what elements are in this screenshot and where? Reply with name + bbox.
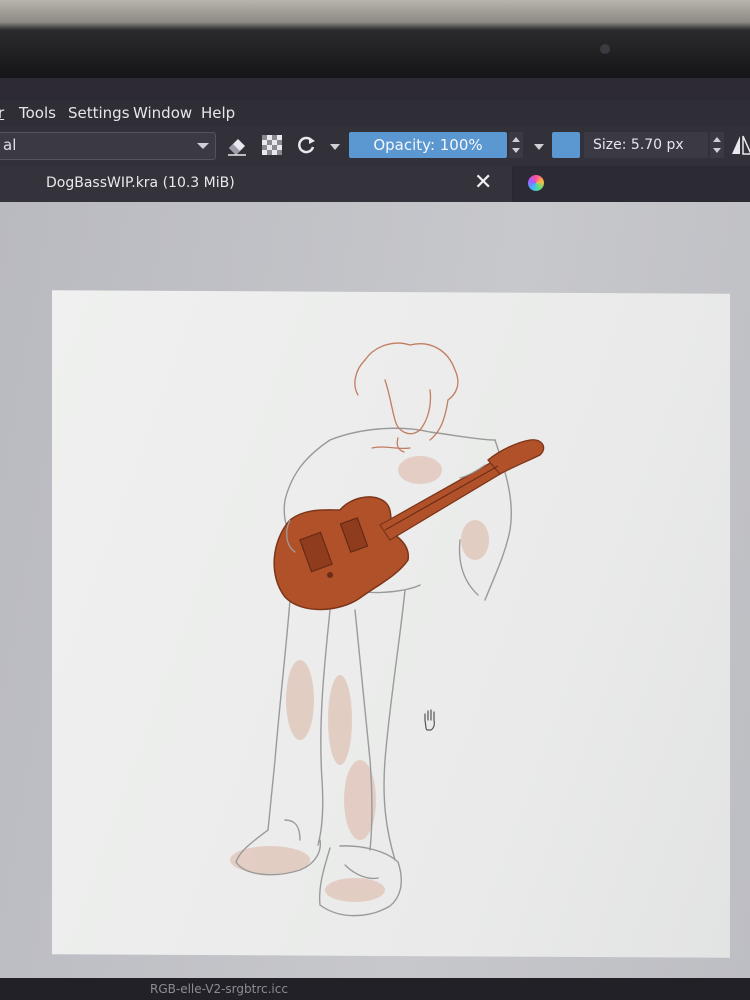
monitor-bezel <box>0 0 750 78</box>
artwork-sketch <box>230 342 545 917</box>
krita-window: r Tools Settings Window Help al Opacity:… <box>0 78 750 1000</box>
hand-pan-icon <box>424 709 435 731</box>
webcam-icon <box>600 44 610 54</box>
status-bar: RGB-elle-V2-srgbtrc.icc <box>0 978 750 1000</box>
color-profile-label: RGB-elle-V2-srgbtrc.icc <box>150 982 288 996</box>
